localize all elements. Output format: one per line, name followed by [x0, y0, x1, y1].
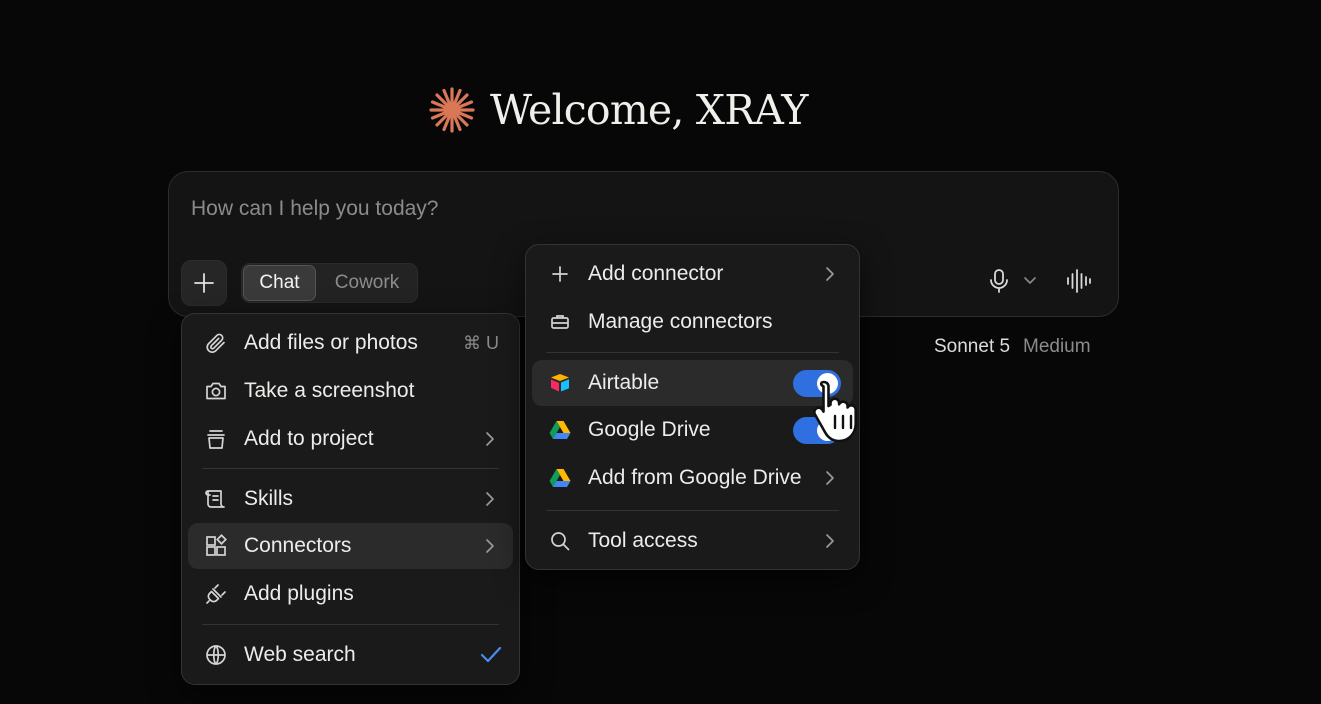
plus-icon [552, 266, 568, 282]
menu-item-add-to-project[interactable]: Add to project [188, 416, 513, 462]
menu-item-skills[interactable]: Skills [188, 476, 513, 522]
google-drive-icon [549, 469, 571, 487]
plus-icon [194, 273, 214, 293]
menu-item-tool-access[interactable]: Tool access [532, 518, 853, 564]
menu-item-label: Airtable [588, 371, 660, 394]
menu-divider [202, 468, 499, 469]
chevron-right-icon [486, 492, 494, 506]
menu-item-airtable[interactable]: Airtable [532, 360, 853, 406]
attach-menu: Add files or photos ⌘ U Take a screensho… [181, 313, 520, 685]
microphone-icon[interactable] [987, 268, 1011, 294]
menu-item-manage-connectors[interactable]: Manage connectors [532, 299, 853, 345]
starburst-icon [429, 87, 475, 133]
mode-cowork-button[interactable]: Cowork [318, 264, 416, 302]
menu-item-label: Web search [244, 643, 356, 666]
menu-item-label: Manage connectors [588, 310, 773, 333]
menu-item-label: Take a screenshot [244, 379, 415, 402]
skills-icon [205, 490, 225, 508]
menu-item-label: Add to project [244, 427, 374, 450]
model-name[interactable]: Sonnet 5 [934, 336, 1010, 358]
search-icon [551, 532, 570, 551]
dictation-control[interactable] [987, 268, 1037, 294]
chevron-right-icon [826, 471, 834, 485]
shortcut-hint: ⌘ U [463, 332, 499, 353]
prompt-input[interactable] [191, 194, 791, 224]
menu-item-web-search[interactable]: Web search [188, 632, 513, 678]
welcome-header: Welcome, XRAY [428, 82, 809, 138]
menu-item-label: Add plugins [244, 582, 354, 605]
toolbox-icon [551, 315, 569, 329]
connectors-icon [206, 534, 227, 556]
project-icon [207, 430, 225, 449]
chevron-down-icon[interactable] [1023, 276, 1037, 286]
menu-item-label: Add from Google Drive [588, 466, 802, 489]
menu-item-label: Skills [244, 487, 294, 510]
google-drive-icon [549, 421, 571, 439]
chevron-right-icon [486, 539, 494, 553]
checkmark-icon [480, 646, 502, 663]
plug-icon [206, 584, 226, 604]
chevron-right-icon [826, 267, 834, 281]
menu-item-add-plugins[interactable]: Add plugins [188, 571, 513, 617]
voice-mode-icon[interactable] [1065, 268, 1091, 294]
paperclip-icon [206, 333, 225, 353]
add-attachment-button[interactable] [181, 260, 227, 306]
menu-item-label: Tool access [588, 529, 698, 552]
mode-chat-button[interactable]: Chat [243, 265, 316, 301]
chevron-right-icon [486, 432, 494, 446]
menu-item-screenshot[interactable]: Take a screenshot [188, 368, 513, 414]
menu-item-google-drive[interactable]: Google Drive [532, 407, 853, 453]
model-effort[interactable]: Medium [1023, 336, 1091, 358]
menu-item-label: Connectors [244, 534, 352, 557]
chevron-right-icon [826, 534, 834, 548]
menu-item-add-from-google-drive[interactable]: Add from Google Drive [532, 455, 853, 501]
menu-divider [546, 510, 839, 511]
menu-item-add-connector[interactable]: Add connector [532, 251, 853, 297]
airtable-icon [551, 374, 569, 392]
menu-item-connectors[interactable]: Connectors [188, 523, 513, 569]
camera-icon [206, 382, 226, 400]
menu-divider [546, 352, 839, 353]
mode-toggle: Chat Cowork [241, 263, 418, 303]
page-title: Welcome, XRAY [490, 86, 809, 134]
menu-item-label: Add connector [588, 262, 724, 285]
globe-icon [206, 645, 226, 665]
menu-item-label: Google Drive [588, 418, 711, 441]
hand-cursor-icon [813, 380, 857, 443]
menu-divider [202, 624, 499, 625]
menu-item-add-files[interactable]: Add files or photos ⌘ U [188, 320, 513, 366]
menu-item-label: Add files or photos [244, 331, 418, 354]
